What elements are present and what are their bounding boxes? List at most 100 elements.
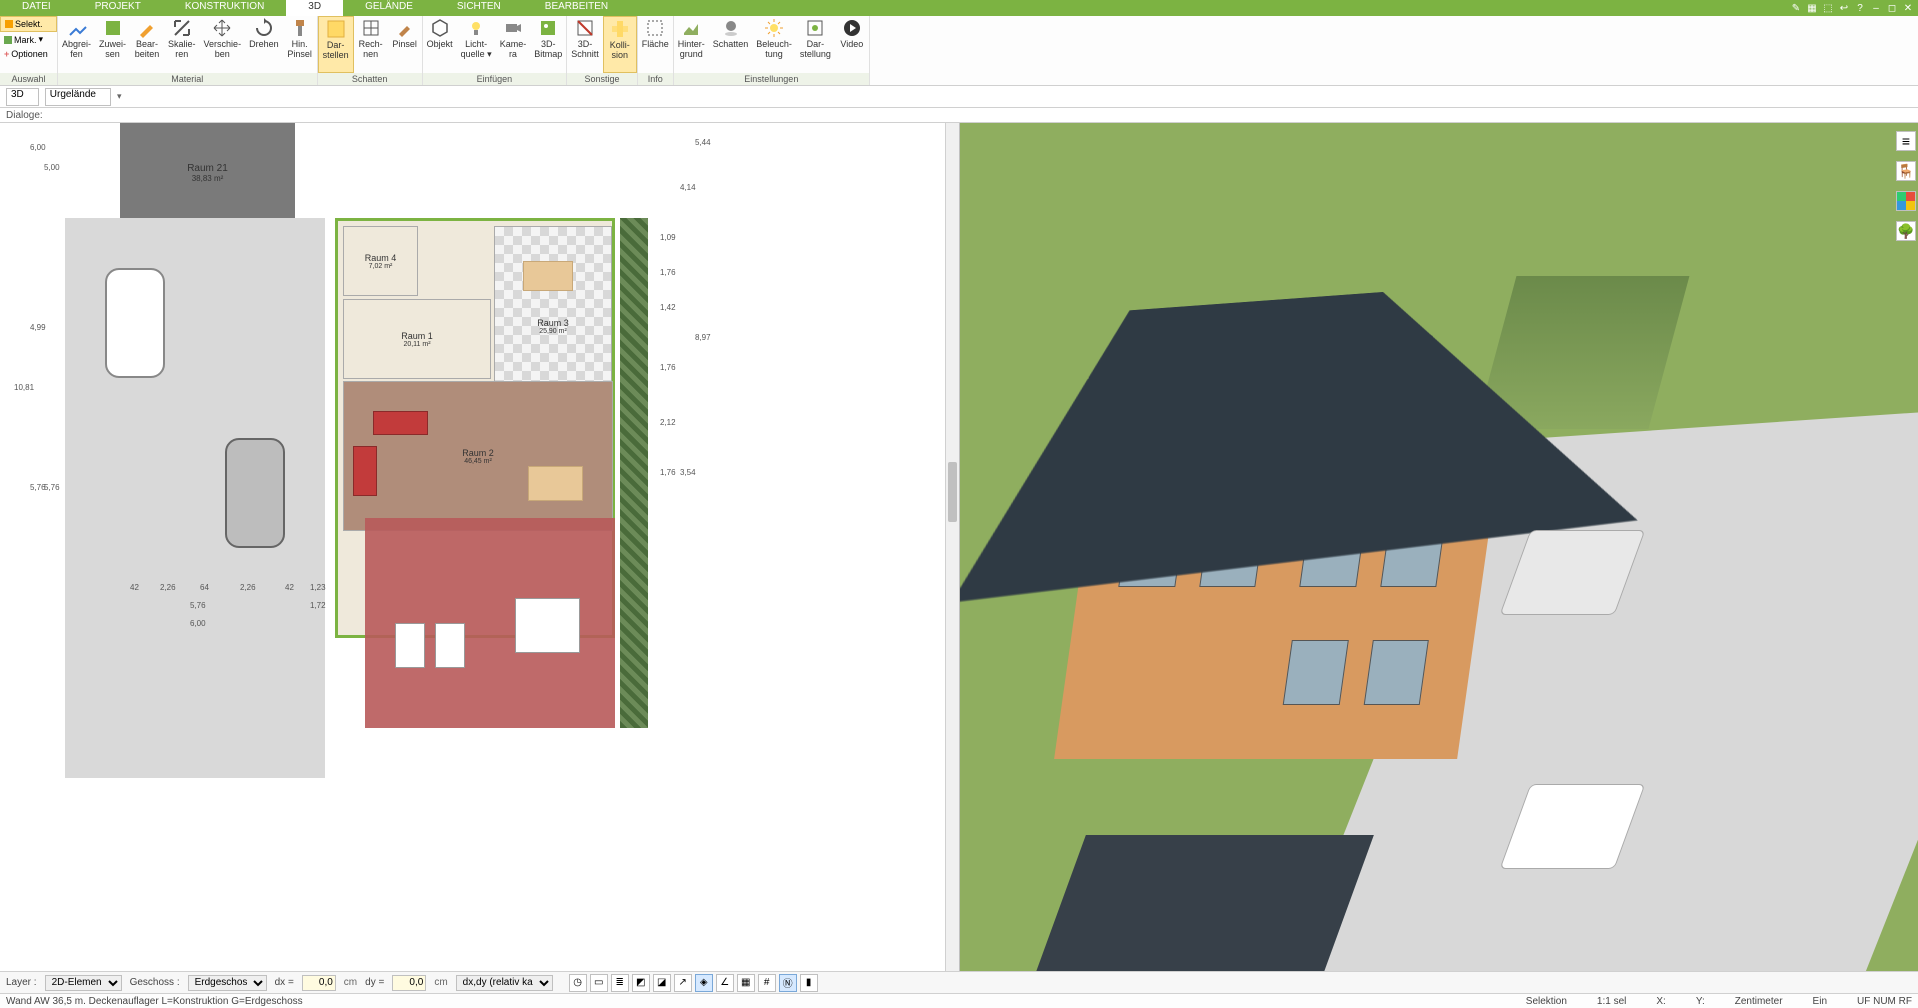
plant-icon[interactable]: 🌳 — [1896, 221, 1916, 241]
table-dining[interactable] — [528, 466, 583, 501]
kollision-button[interactable]: Kolli-sion — [603, 16, 637, 73]
kamera-button[interactable]: Kame-ra — [496, 16, 531, 73]
hin-pinsel-button[interactable]: Hin.Pinsel — [283, 16, 317, 73]
stack-icon[interactable]: ≣ — [611, 974, 629, 992]
btn-l1: Pinsel — [392, 40, 417, 50]
dy-unit: cm — [434, 977, 447, 988]
mark-button[interactable]: Mark.▾ — [0, 32, 57, 47]
menu-bar: DATEI PROJEKT KONSTRUKTION 3D GELÄNDE SI… — [0, 0, 1918, 16]
sofa-1[interactable] — [373, 411, 428, 435]
group-label: Schatten — [318, 73, 422, 85]
select-icon-1[interactable]: ◩ — [632, 974, 650, 992]
flaeche-button[interactable]: Fläche — [638, 16, 673, 73]
ribbon-groups-container: Abgrei-fenZuwei-senBear-beitenSkalie-ren… — [58, 16, 870, 85]
close-icon[interactable]: ✕ — [1902, 2, 1914, 14]
clock-icon[interactable]: ◷ — [569, 974, 587, 992]
btn-l2: quelle ▾ — [461, 50, 492, 60]
dy-input[interactable] — [392, 975, 426, 991]
table-kitchen[interactable] — [523, 261, 573, 291]
3d-schnitt-button[interactable]: 3D-Schnitt — [567, 16, 603, 73]
lounge-chair-1[interactable] — [395, 623, 425, 668]
lichtquelle-button[interactable]: Licht-quelle ▾ — [457, 16, 496, 73]
arrow-icon[interactable]: ↗ — [674, 974, 692, 992]
geschoss-select[interactable]: Erdgeschos — [188, 975, 267, 991]
square-icon[interactable]: ⬚ — [1822, 2, 1834, 14]
layers-icon[interactable]: ≡ — [1896, 131, 1916, 151]
btn-l2: stellung — [800, 50, 831, 60]
car-dark[interactable] — [225, 438, 285, 548]
select-button[interactable]: Selekt. — [0, 16, 57, 32]
floorplan-scrollbar[interactable] — [945, 123, 959, 971]
relative-mode-select[interactable]: dx,dy (relativ ka — [456, 975, 553, 991]
skalieren-button[interactable]: Skalie-ren — [164, 16, 200, 73]
options-button[interactable]: +Optionen — [0, 47, 57, 61]
undo-icon[interactable]: ↩ — [1838, 2, 1850, 14]
view-mode-select[interactable]: 3D — [6, 88, 39, 106]
minimize-icon[interactable]: – — [1870, 2, 1882, 14]
tab-projekt[interactable]: PROJEKT — [73, 0, 163, 16]
materials-icon[interactable] — [1896, 191, 1916, 211]
room-4-area: 7,02 m² — [369, 263, 393, 270]
dim-right-9: 3,54 — [680, 468, 696, 477]
pencil-icon[interactable]: ✎ — [1790, 2, 1802, 14]
help-icon[interactable]: ? — [1854, 2, 1866, 14]
render-pane[interactable] — [960, 123, 1918, 971]
grid-icon-b[interactable]: ▦ — [737, 974, 755, 992]
floorplan-canvas[interactable]: Raum 21 38,83 m² Raum 4 7,02 m² Raum 1 2… — [0, 123, 945, 971]
maximize-icon[interactable]: ◻ — [1886, 2, 1898, 14]
tab-datei[interactable]: DATEI — [0, 0, 73, 16]
btn-l2: nen — [363, 50, 378, 60]
beleuchtung-button[interactable]: Beleuch-tung — [752, 16, 796, 73]
tab-3d[interactable]: 3D — [286, 0, 343, 16]
render-canvas[interactable] — [960, 123, 1918, 971]
darstellung-button[interactable]: Dar-stellung — [796, 16, 835, 73]
monitor-icon[interactable]: ▭ — [590, 974, 608, 992]
cube-icon[interactable]: ◈ — [695, 974, 713, 992]
btn-l2: Schnitt — [571, 50, 599, 60]
lounge-chair-2[interactable] — [435, 623, 465, 668]
video-button[interactable]: Video — [835, 16, 869, 73]
grid-icon[interactable]: ▦ — [1806, 2, 1818, 14]
side-palette: ≡ 🪑 🌳 — [1896, 131, 1916, 241]
objekt-button[interactable]: Objekt — [423, 16, 457, 73]
rechnen-button[interactable]: Rech-nen — [354, 16, 388, 73]
chevron-down-icon[interactable]: ▾ — [117, 91, 122, 102]
tab-sichten[interactable]: SICHTEN — [435, 0, 523, 16]
btn-l2: tung — [765, 50, 783, 60]
room-4[interactable]: Raum 4 7,02 m² — [343, 226, 418, 296]
drehen-button[interactable]: Drehen — [245, 16, 283, 73]
tab-gelaende[interactable]: GELÄNDE — [343, 0, 435, 16]
group-label-auswahl: Auswahl — [0, 73, 57, 85]
room-21[interactable]: Raum 21 38,83 m² — [120, 123, 295, 223]
floorplan-pane[interactable]: Raum 21 38,83 m² Raum 4 7,02 m² Raum 1 2… — [0, 123, 960, 971]
abgreifen-button[interactable]: Abgrei-fen — [58, 16, 95, 73]
pinsel-button[interactable]: Pinsel — [388, 16, 422, 73]
3d-bitmap-button[interactable]: 3D-Bitmap — [530, 16, 566, 73]
verschieben-button[interactable]: Verschie-ben — [200, 16, 246, 73]
bearbeiten-button[interactable]: Bear-beiten — [130, 16, 164, 73]
hintergrund-button[interactable]: Hinter-grund — [674, 16, 709, 73]
scrollbar-thumb[interactable] — [948, 462, 957, 522]
room-2[interactable]: Raum 2 46,45 m² — [343, 381, 613, 531]
room-1[interactable]: Raum 1 20,11 m² — [343, 299, 491, 379]
terrain-select[interactable]: Urgelände — [45, 88, 111, 106]
car-white[interactable] — [105, 268, 165, 378]
btn-l2: sen — [105, 50, 120, 60]
select-icon-2[interactable]: ◪ — [653, 974, 671, 992]
tab-konstruktion[interactable]: KONSTRUKTION — [163, 0, 286, 16]
patio-sofa[interactable] — [515, 598, 580, 653]
layer-select[interactable]: 2D-Elemen — [45, 975, 122, 991]
n-icon[interactable]: Ⓝ — [779, 974, 797, 992]
dx-input[interactable] — [302, 975, 336, 991]
tab-bearbeiten[interactable]: BEARBEITEN — [523, 0, 630, 16]
schatten-button[interactable]: Schatten — [709, 16, 753, 73]
hash-icon[interactable]: # — [758, 974, 776, 992]
darstellen-button[interactable]: Dar-stellen — [318, 16, 354, 73]
angle-icon[interactable]: ∠ — [716, 974, 734, 992]
dim-left-3: 10,81 — [14, 383, 34, 392]
zuweisen-button[interactable]: Zuwei-sen — [95, 16, 130, 73]
sofa-2[interactable] — [353, 446, 377, 496]
bar-icon[interactable]: ▮ — [800, 974, 818, 992]
furniture-icon[interactable]: 🪑 — [1896, 161, 1916, 181]
options-label: Optionen — [11, 49, 48, 59]
